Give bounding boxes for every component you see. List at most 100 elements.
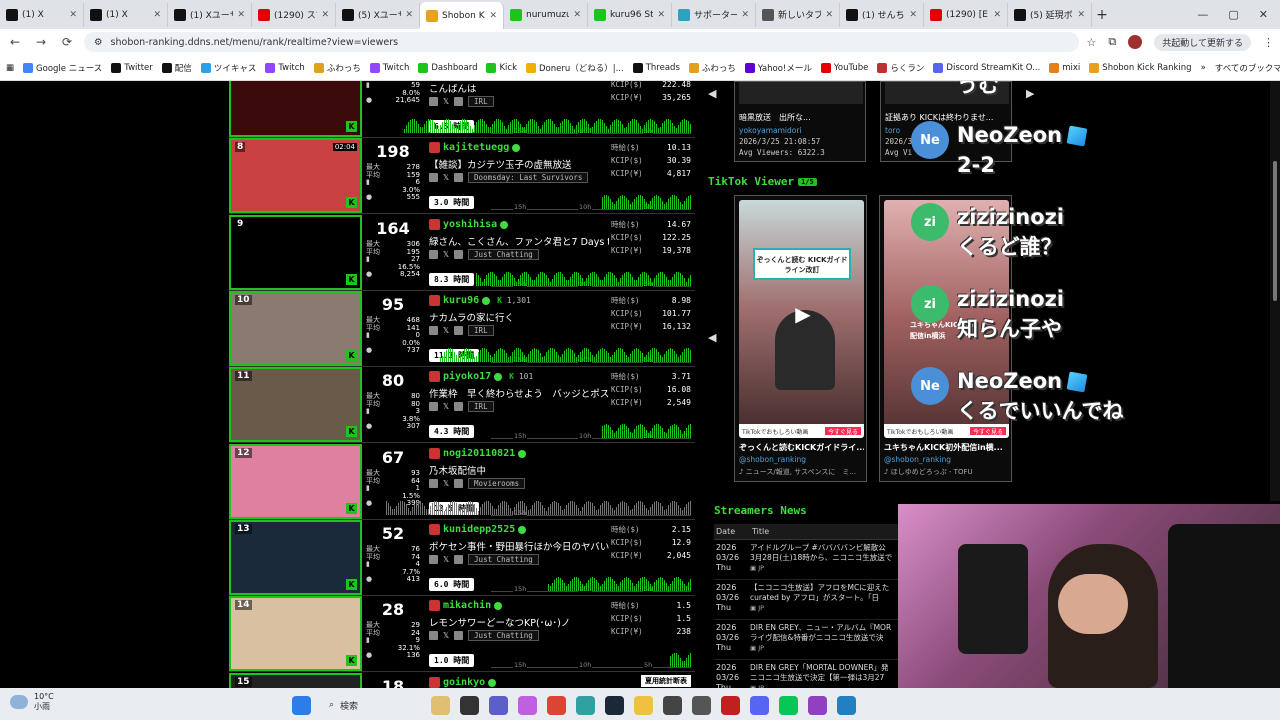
- apps-grid-icon[interactable]: ▦: [6, 63, 14, 73]
- bookmark-item[interactable]: mixi: [1049, 62, 1080, 73]
- browser-tab[interactable]: (1) X ✕: [84, 2, 168, 27]
- record-icon[interactable]: [721, 695, 740, 715]
- category-label[interactable]: Just Chatting: [468, 630, 539, 641]
- bookmark-item[interactable]: Twitch: [369, 62, 409, 73]
- carousel-prev-icon[interactable]: ◀: [708, 87, 716, 100]
- streamer-name[interactable]: kuru96 K 1,301: [429, 295, 531, 306]
- browser-tab[interactable]: (1) X ✕: [0, 2, 84, 27]
- maximize-icon[interactable]: ▢: [1228, 8, 1238, 21]
- ranking-row[interactable]: 15 K 18 goinkyo 夏用統計断表: [229, 673, 695, 688]
- tiktok-user[interactable]: @shobon_ranking: [739, 455, 806, 464]
- minimize-icon[interactable]: —: [1197, 8, 1208, 21]
- stream-thumbnail[interactable]: 14 K: [229, 596, 362, 671]
- browser-tab[interactable]: nurumuzu ✕: [504, 2, 588, 27]
- image-icon[interactable]: [454, 631, 464, 640]
- share-icon[interactable]: [429, 479, 438, 488]
- all-bookmarks-button[interactable]: すべてのブックマーク: [1215, 62, 1280, 74]
- tiktok-prev-icon[interactable]: ◀: [708, 331, 716, 344]
- category-label[interactable]: IRL: [468, 96, 494, 107]
- x-icon[interactable]: 𝕏: [443, 326, 449, 335]
- browser-tab[interactable]: kuru96 St ✕: [588, 2, 672, 27]
- bookmark-item[interactable]: らくラン: [877, 62, 924, 74]
- category-label[interactable]: IRL: [468, 325, 494, 336]
- extensions-icon[interactable]: ⧉: [1108, 35, 1116, 49]
- browser-tab[interactable]: (5) Xユーザー ✕: [336, 2, 420, 27]
- close-tab-icon[interactable]: ✕: [321, 10, 329, 20]
- bookmark-item[interactable]: Twitch: [265, 62, 305, 73]
- streamer-name[interactable]: nogi20110821: [429, 448, 527, 459]
- ranking-row[interactable]: 10 K 95 最大 468 平均 141 ▮ 0 0.0% ● 737 kuru96 K…: [229, 291, 695, 367]
- app-icon[interactable]: [837, 695, 856, 715]
- news-title[interactable]: 【ニコニコ生放送】アフロをMCに迎えた curated by アフロ」がスタート。…: [750, 583, 900, 616]
- bookmark-item[interactable]: Doneru（どねる）|...: [526, 62, 624, 74]
- bookmark-item[interactable]: Shobon Kick Ranking: [1089, 62, 1192, 73]
- bookmark-item[interactable]: Google ニュース: [23, 62, 102, 74]
- taskbar-search[interactable]: ⌕ 検索: [321, 694, 421, 716]
- image-icon[interactable]: [454, 402, 464, 411]
- tiktok-cta-button[interactable]: 今すぐ見る: [824, 427, 861, 436]
- bookmark-item[interactable]: YouTube: [820, 62, 868, 73]
- close-tab-icon[interactable]: ✕: [153, 10, 161, 20]
- x-icon[interactable]: 𝕏: [443, 402, 449, 411]
- bookmark-item[interactable]: ふわっち: [688, 62, 736, 74]
- bookmark-item[interactable]: ふわっち: [313, 62, 361, 74]
- profile-avatar[interactable]: [1128, 35, 1143, 49]
- share-icon[interactable]: [429, 250, 438, 259]
- ranking-row[interactable]: 11 K 80 最大 80 平均 80 ▮ 3 3.8% ● 307 piyoko17 K…: [229, 367, 695, 443]
- bookmark-item[interactable]: Dashboard: [418, 62, 477, 73]
- category-label[interactable]: Just Chatting: [468, 249, 539, 260]
- close-tab-icon[interactable]: ✕: [405, 10, 413, 20]
- close-window-icon[interactable]: ✕: [1259, 8, 1268, 21]
- category-label[interactable]: Doomsday: Last Survivors: [468, 172, 589, 183]
- x-icon[interactable]: 𝕏: [443, 555, 449, 564]
- x-icon[interactable]: 𝕏: [443, 631, 449, 640]
- close-tab-icon[interactable]: ✕: [489, 11, 497, 21]
- close-tab-icon[interactable]: ✕: [741, 10, 749, 20]
- streamer-name[interactable]: yoshihisa: [429, 219, 509, 230]
- browser-tab[interactable]: (5) 延現ボ ✕: [1008, 2, 1092, 27]
- ranking-row[interactable]: 9 K 164 最大 306 平均 195 ▮ 27 16.5% ● 8,254 yos…: [229, 215, 695, 291]
- image-icon[interactable]: [454, 250, 464, 259]
- streamer-name[interactable]: piyoko17 K 101: [429, 371, 533, 382]
- site-info-icon[interactable]: ⚙: [94, 37, 103, 48]
- calculator-icon[interactable]: [692, 695, 711, 715]
- close-tab-icon[interactable]: ✕: [573, 10, 581, 20]
- category-label[interactable]: Movierooms: [468, 478, 526, 489]
- windows-start-icon[interactable]: [292, 695, 311, 715]
- archive-user[interactable]: yokoyamamidori: [739, 126, 859, 135]
- line-icon[interactable]: [779, 695, 798, 715]
- browser-tab[interactable]: (1) せんち ✕: [840, 2, 924, 27]
- obs-icon[interactable]: [663, 695, 682, 715]
- ranking-row[interactable]: 14 K 28 最大 29 平均 24 ▮ 9 32.1% ● 136 mikachin…: [229, 596, 695, 672]
- share-icon[interactable]: [429, 555, 438, 564]
- weather-widget[interactable]: 10°C 小雨: [10, 692, 54, 712]
- ranking-row[interactable]: K 最大1,305 平均774 ▮59 8.0% ●21,645 こんばんは 𝕏…: [229, 81, 695, 138]
- ranking-row[interactable]: 12 K 67 最大93 平均64 ▮1 1.5% ●399 nogi20110…: [229, 444, 695, 520]
- close-tab-icon[interactable]: ✕: [69, 10, 77, 20]
- tiktok-card-1[interactable]: ぞっくんと読む KICKガイドライン改訂 ▶ TikTokでおもしろい動画 今す…: [734, 195, 867, 482]
- stream-thumbnail[interactable]: 11 K: [229, 367, 362, 442]
- new-tab-button[interactable]: +: [1092, 7, 1112, 23]
- app-icon[interactable]: [576, 695, 595, 715]
- chrome-icon[interactable]: [547, 695, 566, 715]
- close-tab-icon[interactable]: ✕: [993, 10, 1001, 20]
- browser-tab[interactable]: (1290) [E ✕: [924, 2, 1008, 27]
- news-row[interactable]: 2026 03/26 Thu DIR EN GREY、ニュー・アルバム『MOR ライヴ…: [714, 620, 904, 660]
- bookmark-item[interactable]: Discord StreamKit O...: [933, 62, 1040, 73]
- stream-thumbnail[interactable]: 10 K: [229, 291, 362, 366]
- x-icon[interactable]: 𝕏: [443, 173, 449, 182]
- page-scrollbar[interactable]: [1270, 81, 1280, 501]
- image-icon[interactable]: [454, 326, 464, 335]
- close-tab-icon[interactable]: ✕: [825, 10, 833, 20]
- browser-tab[interactable]: 新しいタブ ✕: [756, 2, 840, 27]
- stats-badge[interactable]: 夏用統計断表: [641, 675, 691, 687]
- browser-tab[interactable]: (1) Xユーザー ✕: [168, 2, 252, 27]
- scrollbar-thumb[interactable]: [1273, 161, 1277, 301]
- stream-thumbnail[interactable]: 9 K: [229, 215, 362, 290]
- sync-button[interactable]: 共起動して更新する: [1154, 33, 1251, 51]
- task-view-icon[interactable]: [460, 695, 479, 715]
- menu-icon[interactable]: ⋮: [1263, 36, 1274, 49]
- close-tab-icon[interactable]: ✕: [909, 10, 917, 20]
- bookmark-item[interactable]: ツイキャス: [200, 62, 256, 74]
- bookmark-item[interactable]: 配信: [161, 62, 192, 74]
